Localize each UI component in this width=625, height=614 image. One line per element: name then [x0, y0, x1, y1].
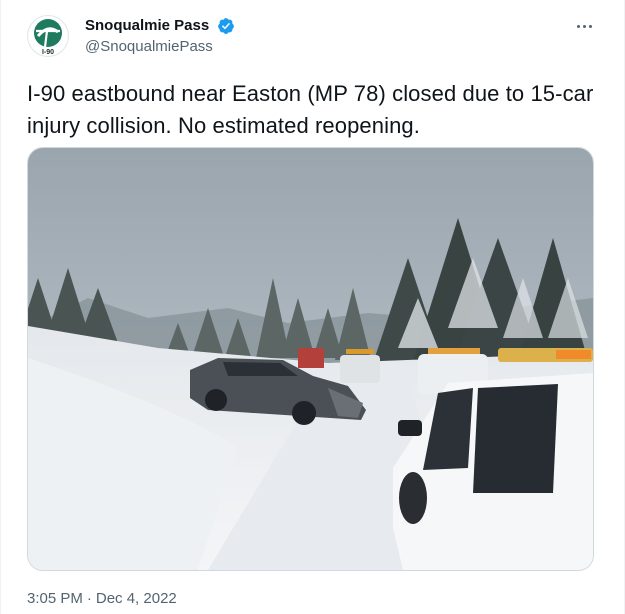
avatar[interactable]: I-90 — [27, 15, 69, 57]
author-block: Snoqualmie Pass @SnoqualmiePass — [85, 16, 235, 57]
tweet-card: I-90 Snoqualmie Pass @SnoqualmiePass I-9… — [0, 0, 625, 614]
tweet-timestamp[interactable]: 3:05 PM · Dec 4, 2022 — [27, 589, 177, 609]
tweet-date: Dec 4, 2022 — [95, 590, 177, 607]
tweet-time: 3:05 PM — [27, 590, 83, 607]
wsdot-logo-icon: I-90 — [34, 19, 62, 56]
more-dot-icon — [582, 24, 586, 28]
avatar-label: I-90 — [42, 49, 54, 56]
display-name[interactable]: Snoqualmie Pass — [85, 16, 209, 36]
timestamp-separator: · — [86, 590, 92, 607]
more-options-button[interactable] — [570, 12, 598, 40]
author-handle[interactable]: @SnoqualmiePass — [85, 37, 235, 57]
verified-badge-icon — [217, 17, 235, 35]
more-dot-icon — [576, 24, 580, 28]
collision-scene-image — [28, 148, 593, 570]
tweet-text: I-90 eastbound near Easton (MP 78) close… — [27, 81, 594, 138]
more-dot-icon — [588, 24, 592, 28]
tweet-photo[interactable] — [27, 147, 594, 571]
